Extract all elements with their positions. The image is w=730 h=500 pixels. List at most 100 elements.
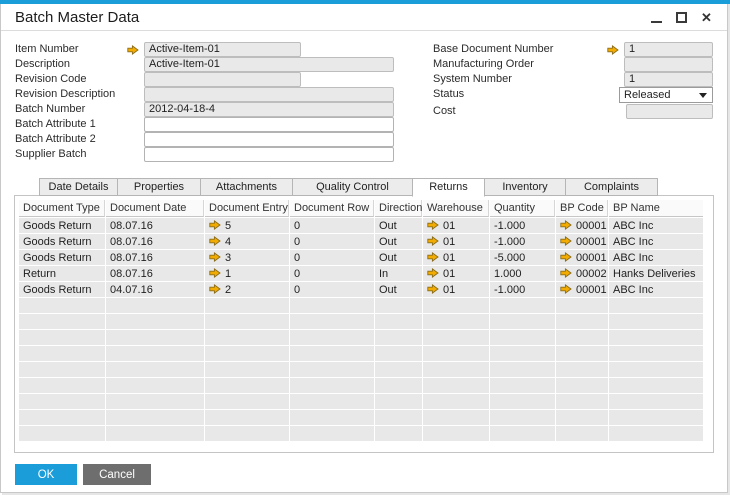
table-cell[interactable]: Out — [375, 234, 422, 249]
table-cell[interactable]: Goods Return — [19, 250, 105, 265]
cell-value: Return — [23, 267, 57, 280]
link-arrow-icon[interactable] — [427, 283, 439, 294]
link-arrow-icon[interactable] — [427, 251, 439, 262]
table-cell[interactable]: Goods Return — [19, 218, 105, 233]
table-cell[interactable]: 0 — [290, 250, 374, 265]
table-row: Goods Return 08.07.16 3 0 Out 01 -5.000 00001 AB… — [19, 250, 703, 265]
table-cell[interactable]: 01 — [423, 218, 489, 233]
batch-attribute-1-field[interactable] — [144, 117, 394, 132]
table-cell[interactable]: 5 — [205, 218, 289, 233]
tab-returns[interactable]: Returns — [412, 178, 485, 197]
empty-table-row — [19, 394, 703, 409]
table-cell[interactable]: 4 — [205, 234, 289, 249]
link-arrow-icon[interactable] — [127, 45, 139, 55]
empty-cell — [609, 298, 703, 313]
table-cell[interactable]: 00001 — [556, 250, 608, 265]
link-arrow-icon[interactable] — [560, 219, 572, 230]
tab-quality-control[interactable]: Quality Control — [292, 178, 413, 196]
cell-value: 00001 — [576, 283, 607, 296]
empty-cell — [375, 346, 422, 361]
table-cell[interactable]: 00002 — [556, 266, 608, 281]
cell-value: 01 — [443, 219, 456, 232]
table-cell[interactable]: 01 — [423, 234, 489, 249]
table-cell[interactable]: ABC Inc — [609, 250, 703, 265]
tab-inventory[interactable]: Inventory — [484, 178, 566, 196]
tab-properties[interactable]: Properties — [117, 178, 201, 196]
link-arrow-icon[interactable] — [209, 235, 221, 246]
table-cell[interactable]: 04.07.16 — [106, 282, 204, 297]
supplier-batch-field[interactable] — [144, 147, 394, 162]
table-cell[interactable]: 0 — [290, 218, 374, 233]
link-arrow-icon[interactable] — [427, 267, 439, 278]
table-cell[interactable]: 01 — [423, 250, 489, 265]
table-cell[interactable]: 0 — [290, 282, 374, 297]
status-dropdown[interactable]: Released — [619, 87, 713, 103]
table-cell[interactable]: 1.000 — [490, 266, 555, 281]
link-arrow-icon[interactable] — [560, 235, 572, 246]
table-cell[interactable]: -5.000 — [490, 250, 555, 265]
empty-table-row — [19, 314, 703, 329]
link-arrow-icon[interactable] — [209, 267, 221, 278]
empty-cell — [423, 298, 489, 313]
ok-button[interactable]: OK — [15, 464, 77, 485]
table-cell[interactable]: ABC Inc — [609, 218, 703, 233]
empty-table-row — [19, 346, 703, 361]
link-arrow-icon[interactable] — [427, 235, 439, 246]
empty-cell — [106, 330, 204, 345]
table-cell[interactable]: 08.07.16 — [106, 266, 204, 281]
table-cell[interactable]: 2 — [205, 282, 289, 297]
cancel-button[interactable]: Cancel — [83, 464, 151, 485]
link-arrow-icon[interactable] — [560, 267, 572, 278]
table-cell[interactable]: 0 — [290, 266, 374, 281]
table-cell[interactable]: 3 — [205, 250, 289, 265]
table-cell[interactable]: ABC Inc — [609, 282, 703, 297]
table-cell[interactable]: Goods Return — [19, 234, 105, 249]
empty-cell — [556, 362, 608, 377]
link-arrow-icon[interactable] — [560, 283, 572, 294]
table-cell[interactable]: ABC Inc — [609, 234, 703, 249]
link-arrow-icon[interactable] — [560, 251, 572, 262]
table-cell[interactable]: Hanks Deliveries — [609, 266, 703, 281]
cell-value: ABC Inc — [613, 283, 654, 296]
tab-date-details[interactable]: Date Details — [39, 178, 118, 196]
link-arrow-icon[interactable] — [427, 219, 439, 230]
empty-cell — [556, 426, 608, 441]
link-arrow-icon[interactable] — [209, 219, 221, 230]
empty-cell — [375, 298, 422, 313]
table-cell[interactable]: 08.07.16 — [106, 218, 204, 233]
table-cell[interactable]: Out — [375, 218, 422, 233]
table-cell[interactable]: Return — [19, 266, 105, 281]
table-cell[interactable]: In — [375, 266, 422, 281]
table-cell[interactable]: Out — [375, 282, 422, 297]
table-cell[interactable]: 00001 — [556, 234, 608, 249]
table-cell[interactable]: -1.000 — [490, 282, 555, 297]
maximize-icon[interactable] — [675, 11, 688, 24]
table-cell[interactable]: Goods Return — [19, 282, 105, 297]
empty-cell — [556, 410, 608, 425]
table-cell[interactable]: 0 — [290, 234, 374, 249]
table-cell[interactable]: -1.000 — [490, 234, 555, 249]
tab-complaints[interactable]: Complaints — [565, 178, 658, 196]
table-cell[interactable]: 01 — [423, 282, 489, 297]
tab-attachments[interactable]: Attachments — [200, 178, 293, 196]
manufacturing-order-label: Manufacturing Order — [433, 58, 534, 70]
table-cell[interactable]: -1.000 — [490, 218, 555, 233]
close-icon[interactable]: ✕ — [700, 11, 713, 24]
table-cell[interactable]: 08.07.16 — [106, 234, 204, 249]
table-cell[interactable]: 01 — [423, 266, 489, 281]
table-cell[interactable]: 1 — [205, 266, 289, 281]
cell-value: 01 — [443, 251, 456, 264]
empty-cell — [375, 410, 422, 425]
title-bar[interactable]: Batch Master Data ✕ — [1, 4, 727, 31]
table-cell[interactable]: 00001 — [556, 218, 608, 233]
returns-tab-pane: Document Type Document Date Document Ent… — [14, 195, 714, 453]
table-cell[interactable]: Out — [375, 250, 422, 265]
link-arrow-icon[interactable] — [209, 251, 221, 262]
link-arrow-icon[interactable] — [209, 283, 221, 294]
batch-attribute-2-field[interactable] — [144, 132, 394, 147]
table-cell[interactable]: 08.07.16 — [106, 250, 204, 265]
table-cell[interactable]: 00001 — [556, 282, 608, 297]
empty-cell — [609, 394, 703, 409]
minimize-icon[interactable] — [650, 11, 663, 24]
link-arrow-icon[interactable] — [607, 45, 619, 55]
